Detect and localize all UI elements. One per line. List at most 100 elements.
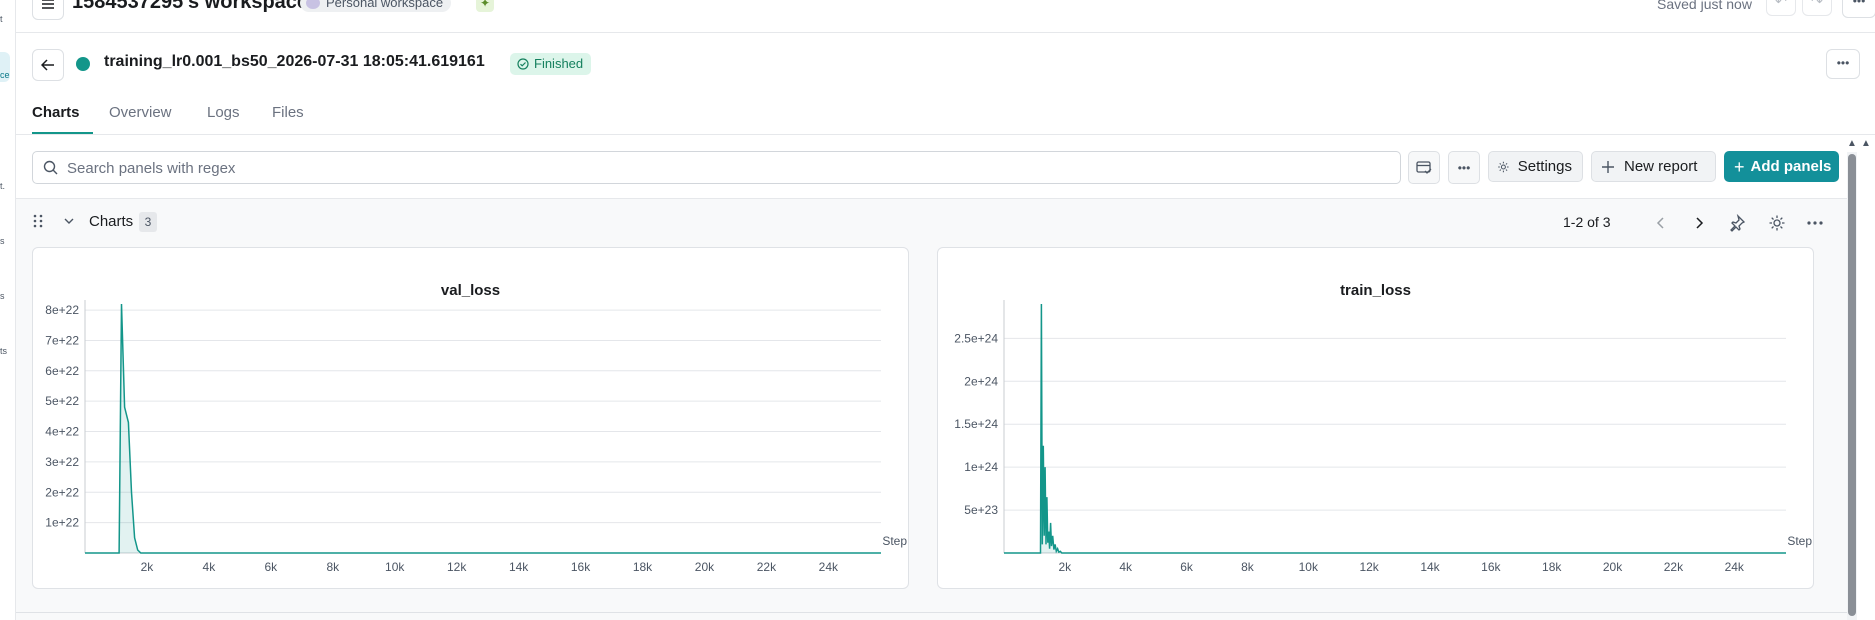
x-tick-label: 10k <box>1299 560 1319 574</box>
x-tick-label: 18k <box>633 560 653 574</box>
saved-status: Saved just now <box>1657 0 1752 12</box>
run-color-dot[interactable] <box>76 57 90 71</box>
more-horizontal-icon: ••• <box>1457 160 1471 175</box>
y-tick-label: 1e+22 <box>45 516 79 530</box>
settings-label: Settings <box>1517 158 1572 175</box>
check-circle-icon <box>517 58 529 70</box>
x-tick-label: 2k <box>1059 560 1073 574</box>
chart-panel-train-loss[interactable]: train_loss 5e+23 1e+24 1.5e+24 2e+24 2.5e+24… <box>937 247 1814 589</box>
x-tick-label: 6k <box>264 560 278 574</box>
redo-button[interactable]: ↷ <box>1802 0 1832 16</box>
search-icon <box>43 160 58 175</box>
y-tick-label: 5e+22 <box>45 394 79 408</box>
x-tick-label: 4k <box>203 560 217 574</box>
new-report-label: New report <box>1624 158 1698 175</box>
toolbar-more-button[interactable]: ••• <box>1448 151 1480 184</box>
scroll-up-arrow-icon[interactable]: ▲ <box>1861 138 1871 149</box>
add-panels-button[interactable]: + Add panels <box>1724 151 1839 182</box>
sparkle-icon[interactable]: ✦ <box>476 0 494 12</box>
workspace-chip[interactable]: Personal workspace <box>300 0 452 12</box>
menu-button[interactable] <box>32 0 64 20</box>
new-report-button[interactable]: New report <box>1591 151 1716 182</box>
tab-logs[interactable]: Logs <box>207 104 240 121</box>
rail-label-fragment[interactable]: s <box>0 236 5 246</box>
x-tick-label: 4k <box>1119 560 1133 574</box>
x-tick-label: 16k <box>1481 560 1501 574</box>
y-tick-label: 2.5e+24 <box>954 331 998 345</box>
section-title[interactable]: Charts <box>89 213 133 230</box>
workspace-avatar-icon <box>306 0 320 9</box>
x-tick-label: 12k <box>447 560 467 574</box>
more-horizontal-icon[interactable] <box>1806 214 1824 232</box>
chevron-left-icon[interactable] <box>1652 214 1670 232</box>
y-tick-label: 2e+22 <box>45 485 79 499</box>
y-tick-label: 7e+22 <box>45 333 79 347</box>
search-input[interactable] <box>65 156 1389 180</box>
gear-icon[interactable] <box>1768 214 1786 232</box>
series-line[interactable] <box>1004 303 1786 554</box>
settings-button[interactable]: Settings <box>1488 151 1583 182</box>
workspace-more-button[interactable]: ••• <box>1842 0 1875 18</box>
scrollbar-thumb[interactable] <box>1848 154 1856 616</box>
chart-panel-val-loss[interactable]: val_loss 1e+22 2e+22 3e+22 4e+22 5e+22 6e+22 7… <box>32 247 909 589</box>
series-area <box>1004 304 1786 553</box>
rail-label-fragment[interactable]: t. <box>0 181 5 191</box>
y-tick-label: 2e+24 <box>964 374 998 388</box>
scroll-up-arrow-icon[interactable]: ▲ <box>1847 138 1857 149</box>
plus-icon: + <box>1734 156 1745 177</box>
panel-layout-button[interactable] <box>1408 151 1440 184</box>
x-axis-label: Step <box>882 534 907 548</box>
section-count-badge: 3 <box>139 212 157 232</box>
train-loss-chart[interactable]: 5e+23 1e+24 1.5e+24 2e+24 2.5e+24 2k 4k 6k 8k 10k… <box>938 248 1815 590</box>
undo-button[interactable]: ↶ <box>1766 0 1796 16</box>
chevron-down-icon[interactable] <box>62 214 76 228</box>
x-tick-label: 16k <box>571 560 591 574</box>
left-nav-rail: t ce t. s s ts <box>0 0 16 620</box>
run-more-button[interactable]: ••• <box>1826 49 1860 79</box>
workspace-chip-label: Personal workspace <box>326 0 444 10</box>
more-horizontal-icon: ••• <box>1852 0 1866 8</box>
hamburger-icon <box>42 0 54 9</box>
rail-label-fragment[interactable]: ts <box>0 346 7 356</box>
workspace-header: 1584537295's workspace Personal workspac… <box>16 0 1875 33</box>
gear-icon <box>1498 161 1509 172</box>
x-tick-label: 22k <box>757 560 777 574</box>
section-divider <box>16 612 1847 613</box>
x-tick-label: 24k <box>1725 560 1745 574</box>
x-tick-label: 8k <box>1241 560 1255 574</box>
y-tick-label: 3e+22 <box>45 455 79 469</box>
x-tick-label: 8k <box>326 560 340 574</box>
rail-label-fragment[interactable]: ce <box>0 70 10 80</box>
x-tick-label: 12k <box>1359 560 1379 574</box>
x-tick-label: 20k <box>695 560 715 574</box>
redo-icon: ↷ <box>1811 0 1823 9</box>
series-line[interactable] <box>85 303 881 554</box>
x-tick-label: 14k <box>1420 560 1440 574</box>
arrow-left-icon <box>41 59 54 71</box>
panels-toolbar: ••• Settings New report + Add panels <box>16 136 1857 199</box>
tab-files[interactable]: Files <box>272 104 304 121</box>
x-tick-label: 22k <box>1664 560 1684 574</box>
y-tick-label: 5e+23 <box>964 503 998 517</box>
series-area <box>85 304 881 553</box>
plus-icon <box>1602 160 1614 173</box>
y-tick-label: 1e+24 <box>964 460 998 474</box>
x-axis-label: Step <box>1787 534 1812 548</box>
chevron-right-icon[interactable] <box>1690 214 1708 232</box>
y-tick-label: 1.5e+24 <box>954 417 998 431</box>
panel-layout-icon <box>1416 160 1432 174</box>
active-tab-indicator <box>32 132 93 134</box>
search-box[interactable] <box>32 151 1401 184</box>
back-button[interactable] <box>32 49 64 81</box>
x-tick-label: 10k <box>385 560 405 574</box>
tab-charts[interactable]: Charts <box>32 104 80 121</box>
y-tick-label: 8e+22 <box>45 303 79 317</box>
tab-overview[interactable]: Overview <box>109 104 172 121</box>
pin-icon[interactable] <box>1728 214 1746 232</box>
drag-handle-icon[interactable] <box>32 214 44 228</box>
run-name: training_lr0.001_bs50_2026-07-31 18:05:4… <box>104 53 485 70</box>
val-loss-chart[interactable]: 1e+22 2e+22 3e+22 4e+22 5e+22 6e+22 7e+22 8e+22… <box>33 248 910 590</box>
run-tabs: Charts Overview Logs Files <box>16 100 1875 135</box>
rail-label-fragment[interactable]: t <box>0 14 3 24</box>
rail-label-fragment[interactable]: s <box>0 291 5 301</box>
